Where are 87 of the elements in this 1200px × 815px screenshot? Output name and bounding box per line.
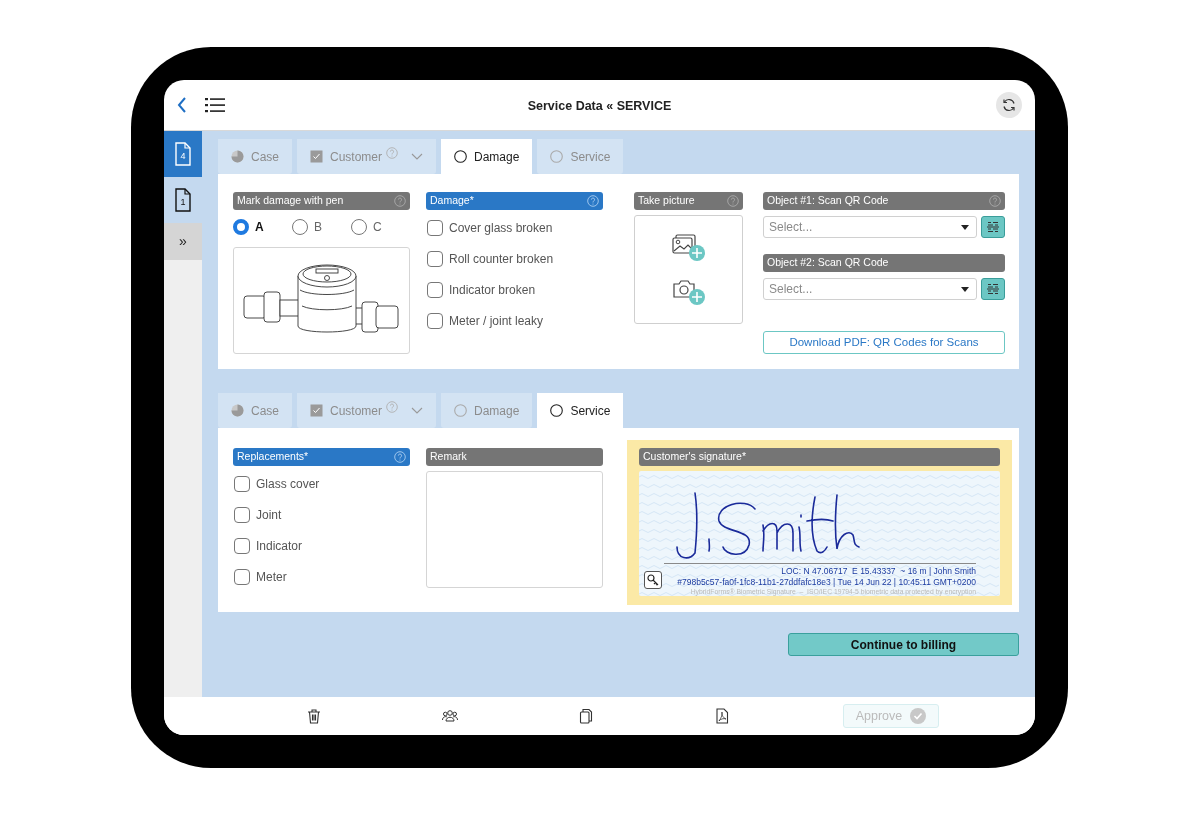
expand-button[interactable]: » bbox=[164, 223, 202, 260]
header-label: Damage* bbox=[430, 193, 474, 209]
signature-hash-text: #798b5c57-fa0f-1fc8-11b1-27ddfafc18e3 | Tue 14 Jun 22 | 10:45:11 GMT+0200 bbox=[677, 577, 976, 588]
tab[interactable]: Case bbox=[218, 139, 292, 174]
circle-icon bbox=[454, 404, 468, 417]
header-label: Remark bbox=[430, 449, 467, 465]
header-label: Replacements* bbox=[237, 449, 309, 465]
header-label: Object #2: Scan QR Code bbox=[767, 255, 889, 271]
checkbox[interactable] bbox=[427, 281, 443, 298]
radio-button[interactable] bbox=[233, 218, 249, 235]
add-image-icon[interactable] bbox=[671, 233, 706, 262]
checkbox-label: Meter bbox=[256, 568, 287, 586]
tab[interactable]: Service bbox=[537, 139, 624, 174]
trash-icon[interactable] bbox=[306, 708, 322, 724]
radio-label: A bbox=[255, 218, 264, 236]
sync-icon bbox=[1001, 97, 1017, 113]
checkbox-label: Cover glass broken bbox=[449, 219, 553, 237]
sync-button[interactable] bbox=[996, 92, 1022, 118]
checkbox-label: Indicator broken bbox=[449, 281, 536, 299]
tab[interactable]: Case bbox=[218, 393, 292, 428]
pie-icon bbox=[231, 404, 244, 417]
checkbox-icon bbox=[310, 404, 323, 417]
header-label: Take picture bbox=[638, 193, 695, 209]
checkbox[interactable] bbox=[427, 219, 443, 236]
page-tab[interactable]: 4 bbox=[164, 131, 202, 177]
key-icon bbox=[647, 574, 659, 586]
menu-icon[interactable] bbox=[205, 97, 225, 113]
page-number: 1 bbox=[179, 197, 187, 207]
checkbox-label: Meter / joint leaky bbox=[449, 312, 544, 330]
document-icon bbox=[175, 188, 191, 212]
select-placeholder: Select... bbox=[769, 281, 813, 298]
header-label: Customer's signature* bbox=[643, 449, 746, 465]
copy-icon[interactable] bbox=[578, 708, 594, 724]
scan-button[interactable] bbox=[981, 216, 1005, 238]
checkbox-label: Joint bbox=[256, 506, 282, 524]
circle-icon bbox=[550, 150, 564, 163]
scan-icon bbox=[987, 283, 999, 295]
checkbox[interactable] bbox=[427, 312, 443, 329]
chevron-down-icon bbox=[411, 406, 424, 415]
help-icon[interactable] bbox=[587, 195, 599, 207]
checkbox[interactable] bbox=[427, 250, 443, 267]
select-field[interactable]: Select... bbox=[763, 216, 977, 238]
checkbox-label: Roll counter broken bbox=[449, 250, 554, 268]
checkbox[interactable] bbox=[234, 537, 250, 554]
key-button[interactable] bbox=[644, 571, 662, 589]
tab[interactable]: Damage bbox=[441, 393, 533, 428]
scan-button[interactable] bbox=[981, 278, 1005, 300]
page-number: 4 bbox=[179, 151, 187, 161]
add-camera-icon[interactable] bbox=[671, 277, 706, 306]
check-circle-icon bbox=[910, 708, 927, 724]
select-placeholder: Select... bbox=[769, 219, 813, 236]
back-icon[interactable] bbox=[177, 97, 187, 113]
tab[interactable]: Service bbox=[537, 393, 624, 428]
remark-field[interactable] bbox=[426, 471, 603, 588]
header-label: Object #1: Scan QR Code bbox=[767, 193, 889, 209]
circle-icon bbox=[550, 404, 564, 417]
checkbox[interactable] bbox=[234, 568, 250, 585]
checkbox[interactable] bbox=[234, 506, 250, 523]
circle-icon bbox=[454, 150, 468, 163]
download-pdf-button[interactable]: Download PDF: QR Codes for Scans bbox=[763, 331, 1005, 354]
pie-icon bbox=[231, 150, 244, 163]
page-tab[interactable]: 1 bbox=[164, 177, 202, 223]
chevron-down-icon bbox=[411, 152, 424, 161]
radio-button[interactable] bbox=[351, 218, 367, 235]
people-icon[interactable] bbox=[442, 708, 458, 724]
location-text: LOC: N 47.06717 E 15.43337 ~ 16 m | John Smith bbox=[781, 566, 976, 577]
header-label: Mark damage with pen bbox=[237, 193, 344, 209]
radio-button[interactable] bbox=[292, 218, 308, 235]
pdf-file-icon[interactable] bbox=[714, 708, 730, 724]
tab[interactable]: Damage bbox=[441, 139, 533, 174]
tab[interactable]: Customer bbox=[297, 393, 437, 428]
scan-icon bbox=[987, 221, 999, 233]
help-icon[interactable] bbox=[394, 451, 406, 463]
select-field[interactable]: Select... bbox=[763, 278, 977, 300]
checkbox-label: Indicator bbox=[256, 537, 303, 555]
radio-label: B bbox=[314, 218, 322, 236]
radio-label: C bbox=[373, 218, 382, 236]
tab[interactable]: Customer bbox=[297, 139, 437, 174]
checkbox-label: Glass cover bbox=[256, 475, 320, 493]
checkbox-icon bbox=[310, 150, 323, 163]
screen-title: Service Data « SERVICE bbox=[527, 99, 672, 113]
continue-button[interactable]: Continue to billing bbox=[788, 633, 1019, 656]
approve-button: Approve bbox=[843, 704, 939, 728]
dropdown-arrow-icon bbox=[961, 224, 969, 230]
dropdown-arrow-icon bbox=[961, 286, 969, 292]
document-icon bbox=[175, 142, 191, 166]
checkbox[interactable] bbox=[234, 475, 250, 492]
